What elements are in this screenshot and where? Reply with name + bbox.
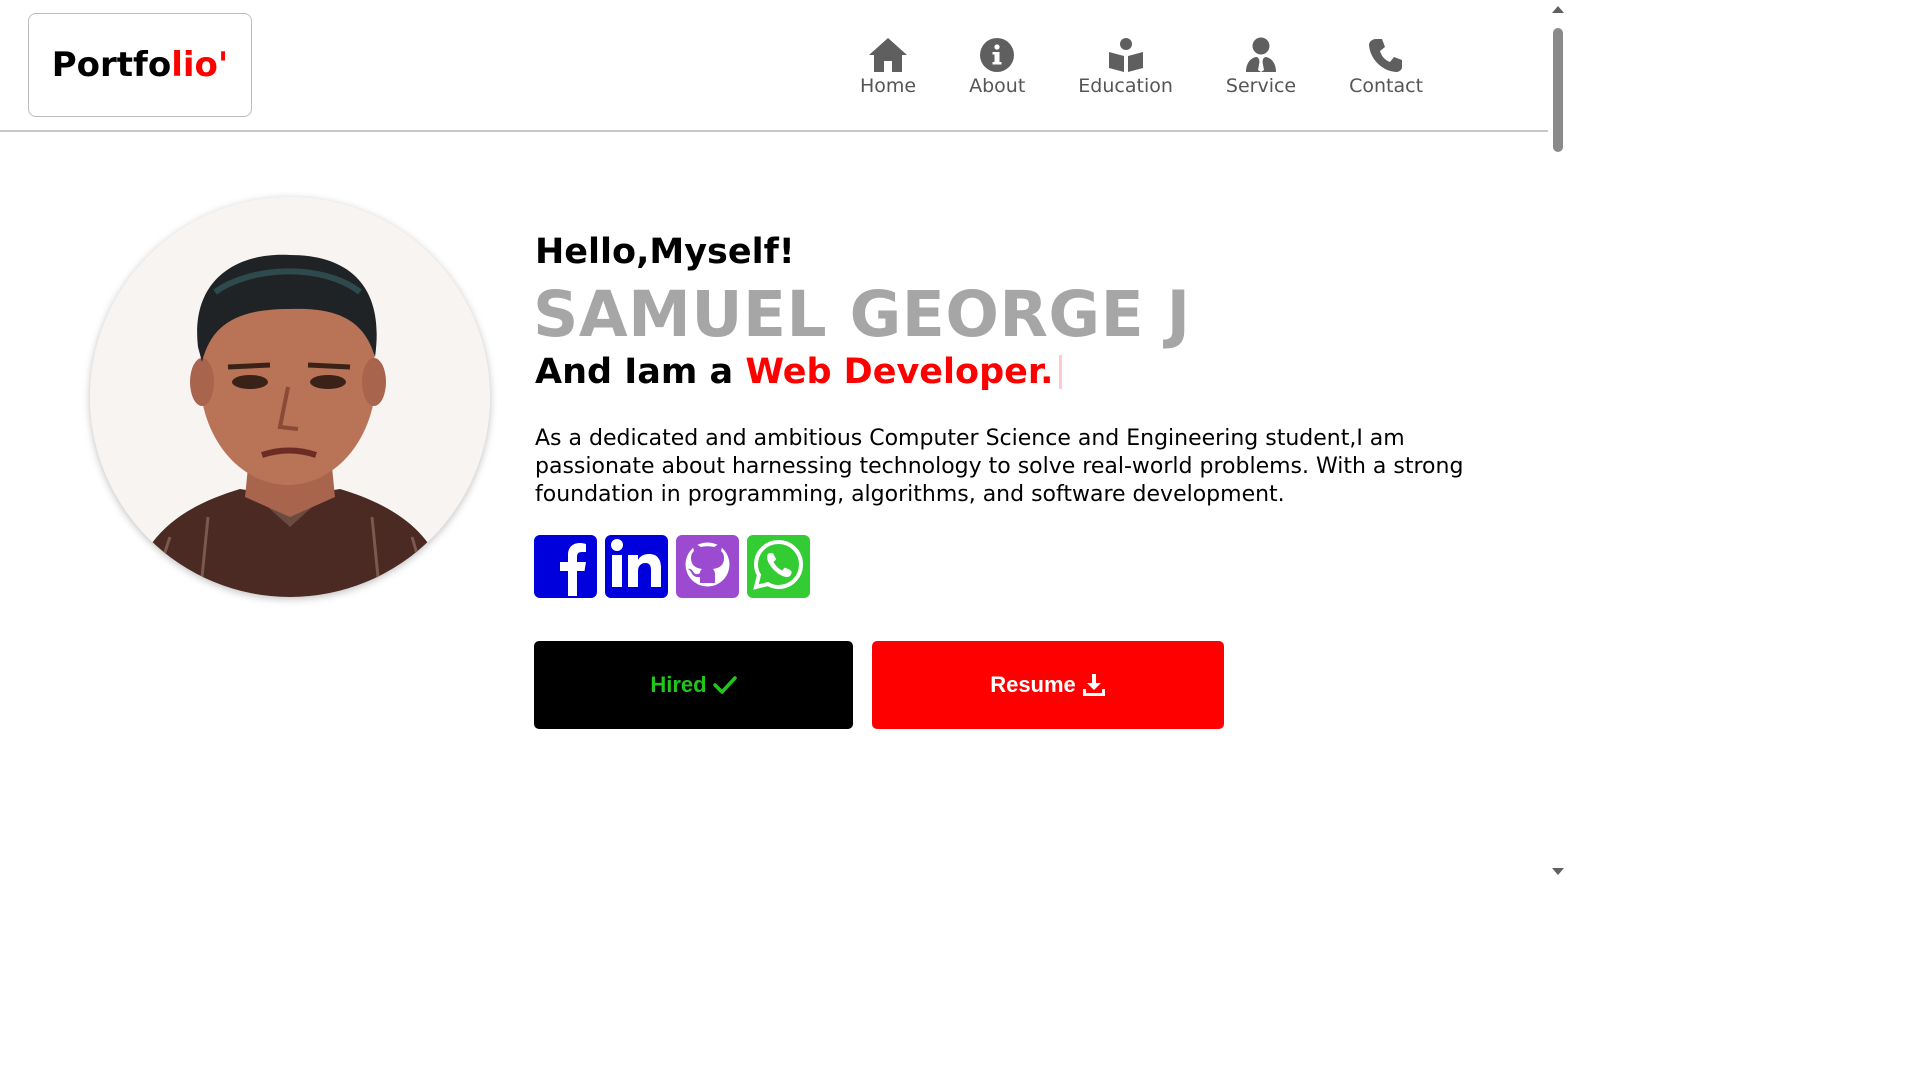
nav-label-home: Home bbox=[860, 75, 917, 97]
logo-text-black: Portfo bbox=[51, 45, 172, 85]
nav-label-contact: Contact bbox=[1349, 75, 1424, 97]
home-icon bbox=[867, 33, 909, 73]
book-reader-icon bbox=[1105, 33, 1147, 73]
nav-item-about[interactable]: About bbox=[969, 33, 1025, 97]
user-tie-icon bbox=[1240, 33, 1282, 73]
site-header: Portfo lio' Home About Education Service… bbox=[0, 0, 1548, 132]
site-logo[interactable]: Portfo lio' bbox=[28, 13, 252, 117]
nav-item-home[interactable]: Home bbox=[860, 33, 916, 97]
linkedin-link[interactable] bbox=[605, 535, 668, 598]
resume-label: Resume bbox=[990, 672, 1076, 697]
facebook-icon bbox=[534, 533, 597, 600]
social-links bbox=[534, 535, 810, 598]
resume-button[interactable]: Resume bbox=[872, 641, 1224, 729]
role-highlight: Web Developer. bbox=[745, 352, 1054, 392]
hired-label: Hired bbox=[650, 672, 707, 697]
portfolio-page: Portfo lio' Home About Education Service… bbox=[0, 0, 1568, 881]
greeting-text: Hello,Myself! bbox=[535, 232, 795, 272]
nav-label-about: About bbox=[969, 75, 1026, 97]
github-link[interactable] bbox=[676, 535, 739, 598]
nav-label-education: Education bbox=[1078, 75, 1173, 97]
phone-icon bbox=[1365, 33, 1407, 73]
profile-name: SAMUEL GEORGE J bbox=[533, 278, 1191, 351]
whatsapp-link[interactable] bbox=[747, 535, 810, 598]
nav-item-contact[interactable]: Contact bbox=[1349, 33, 1423, 97]
scroll-thumb[interactable] bbox=[1553, 28, 1563, 152]
whatsapp-icon bbox=[747, 533, 810, 600]
check-icon bbox=[712, 675, 737, 695]
profile-photo bbox=[90, 197, 490, 597]
info-icon bbox=[976, 33, 1018, 73]
nav-label-service: Service bbox=[1225, 75, 1297, 97]
scroll-up-arrow-icon[interactable] bbox=[1552, 6, 1564, 13]
typing-cursor bbox=[1059, 355, 1063, 389]
bio-paragraph: As a dedicated and ambitious Computer Sc… bbox=[535, 426, 1464, 507]
linkedin-icon bbox=[605, 533, 668, 600]
role-line: And Iam a Web Developer. bbox=[535, 352, 1063, 392]
github-icon bbox=[676, 533, 739, 600]
download-icon bbox=[1082, 673, 1106, 697]
nav-item-education[interactable]: Education bbox=[1078, 33, 1173, 97]
hired-button[interactable]: Hired bbox=[534, 641, 853, 729]
role-prefix: And Iam a bbox=[535, 352, 746, 392]
scroll-down-arrow-icon[interactable] bbox=[1552, 868, 1564, 875]
main-nav: Home About Education Service Contact bbox=[860, 33, 1423, 97]
nav-item-service[interactable]: Service bbox=[1226, 33, 1296, 97]
page-scrollbar[interactable] bbox=[1548, 0, 1568, 881]
facebook-link[interactable] bbox=[534, 535, 597, 598]
logo-text-red: lio' bbox=[171, 45, 229, 85]
